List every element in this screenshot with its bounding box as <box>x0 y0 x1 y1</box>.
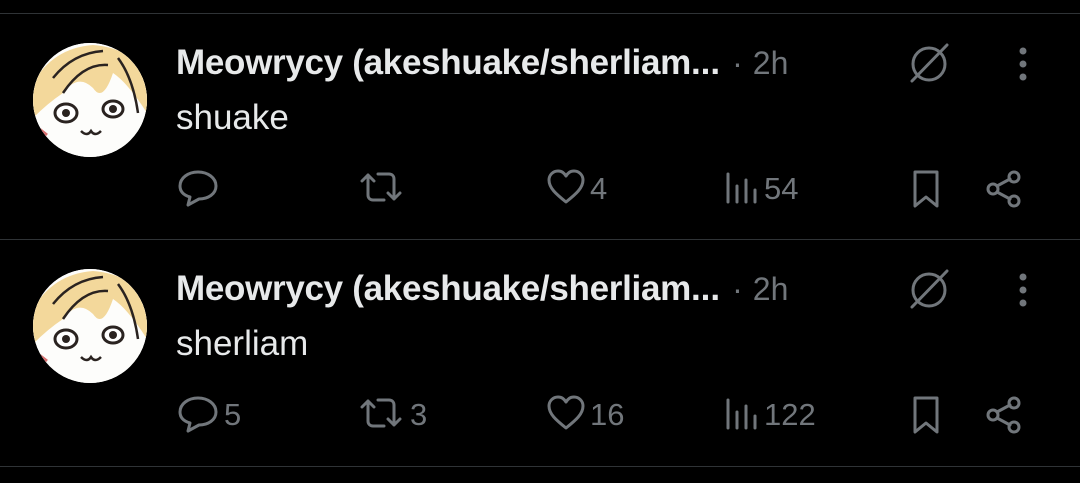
post-text: sherliam <box>176 324 309 363</box>
bookmark-icon[interactable] <box>906 395 946 435</box>
heart-icon <box>546 394 586 437</box>
heart-icon <box>546 168 586 211</box>
speech-bubble-icon <box>176 393 220 438</box>
repost-button[interactable] <box>356 169 410 209</box>
view-count: 122 <box>764 397 816 432</box>
views-button[interactable]: 54 <box>724 169 798 209</box>
more-options-icon[interactable] <box>1008 44 1038 84</box>
circle-slash-icon[interactable] <box>904 38 954 88</box>
post-text: shuake <box>176 98 289 137</box>
like-button[interactable]: 4 <box>546 169 607 209</box>
bar-chart-icon <box>724 394 760 437</box>
speech-bubble-icon <box>176 167 220 212</box>
circle-slash-icon[interactable] <box>904 264 954 314</box>
repost-arrows-icon <box>356 393 406 438</box>
share-icon[interactable] <box>982 395 1026 435</box>
timestamp[interactable]: 2h <box>753 45 789 82</box>
timestamp[interactable]: 2h <box>753 271 789 308</box>
view-count: 54 <box>764 171 799 206</box>
post-2[interactable]: Meowrycy (akeshuake/sherliam ... · 2h sh… <box>0 240 1080 466</box>
reply-button[interactable]: 5 <box>176 395 241 435</box>
like-count: 4 <box>590 171 608 206</box>
repost-arrows-icon <box>356 167 406 212</box>
avatar[interactable] <box>33 43 147 157</box>
bottom-divider <box>0 466 1080 467</box>
like-button[interactable]: 16 <box>546 395 624 435</box>
share-icon[interactable] <box>982 169 1026 209</box>
author-name[interactable]: Meowrycy (akeshuake/sherliam <box>176 269 691 309</box>
repost-count: 3 <box>410 397 428 432</box>
like-count: 16 <box>590 397 625 432</box>
more-options-icon[interactable] <box>1008 270 1038 310</box>
separator: · <box>732 44 743 81</box>
post-1[interactable]: Meowrycy (akeshuake/sherliam ... · 2h sh… <box>0 14 1080 240</box>
reply-button[interactable] <box>176 169 224 209</box>
post-header: Meowrycy (akeshuake/sherliam ... · 2h <box>176 267 788 311</box>
post-header: Meowrycy (akeshuake/sherliam ... · 2h <box>176 41 788 85</box>
views-button[interactable]: 122 <box>724 395 816 435</box>
bar-chart-icon <box>724 168 760 211</box>
avatar-image <box>33 43 147 157</box>
repost-button[interactable]: 3 <box>356 395 427 435</box>
author-name[interactable]: Meowrycy (akeshuake/sherliam <box>176 43 691 83</box>
avatar-image <box>33 269 147 383</box>
separator: · <box>732 270 743 307</box>
reply-count: 5 <box>224 397 242 432</box>
author-ellipsis: ... <box>690 269 721 308</box>
avatar[interactable] <box>33 269 147 383</box>
author-ellipsis: ... <box>690 43 721 82</box>
bookmark-icon[interactable] <box>906 169 946 209</box>
